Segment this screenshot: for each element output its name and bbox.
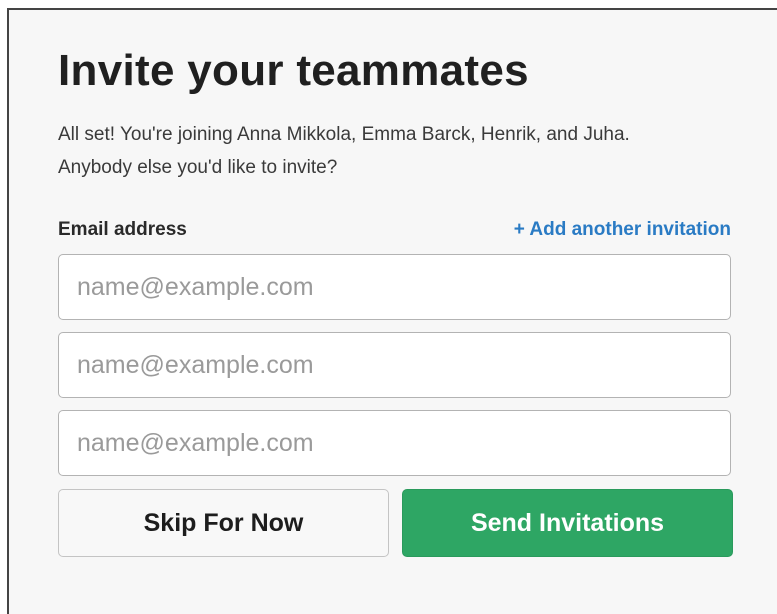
email-address-label: Email address — [58, 219, 187, 240]
email-field-1[interactable] — [58, 254, 731, 320]
page-title: Invite your teammates — [58, 46, 529, 95]
skip-for-now-button[interactable]: Skip For Now — [58, 489, 389, 557]
invite-description-line-1: All set! You're joining Anna Mikkola, Em… — [58, 124, 630, 145]
email-field-3[interactable] — [58, 410, 731, 476]
send-invitations-button[interactable]: Send Invitations — [402, 489, 733, 557]
add-another-invitation-link[interactable]: + Add another invitation — [514, 219, 731, 241]
invite-description-line-2: Anybody else you'd like to invite? — [58, 157, 338, 178]
invite-description: All set! You're joining Anna Mikkola, Em… — [58, 118, 748, 184]
email-field-2[interactable] — [58, 332, 731, 398]
